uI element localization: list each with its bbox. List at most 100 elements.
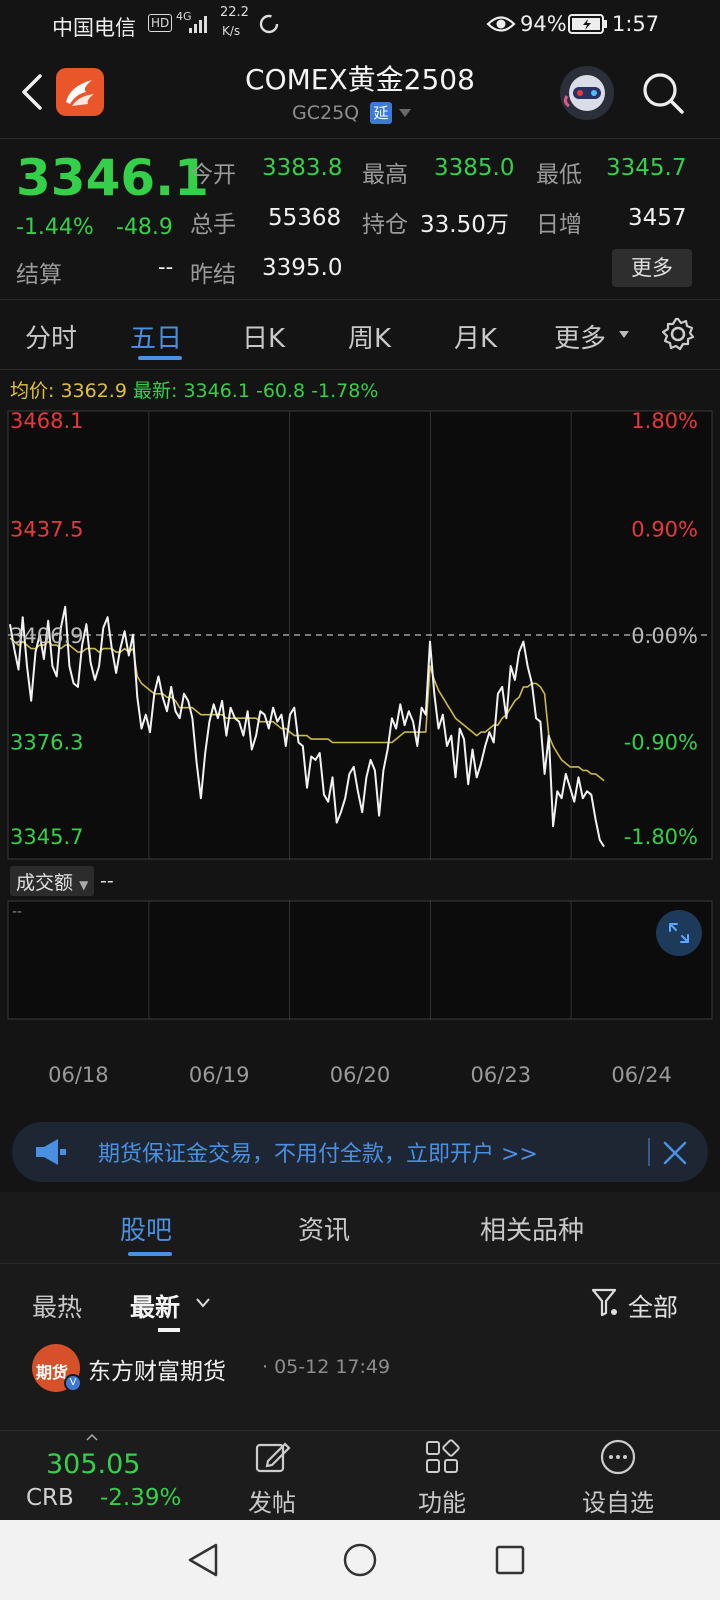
y-tick-right: 0.00% <box>631 624 698 648</box>
chevron-down-icon <box>196 1298 210 1308</box>
megaphone-icon <box>36 1139 66 1165</box>
prev-settle-value: 3395.0 <box>262 255 343 281</box>
y-tick-left: 3437.5 <box>10 518 83 542</box>
volume-label: 总手 <box>190 212 236 238</box>
verified-icon: V <box>64 1374 82 1392</box>
chart-info-bar: 均价: 3362.9 最新: 3346.1 -60.8 -1.78% <box>10 376 378 403</box>
filter-icon[interactable] <box>590 1286 620 1320</box>
contract-code: GC25Q <box>292 102 360 124</box>
close-icon[interactable] <box>660 1138 690 1168</box>
nav-recents-icon[interactable] <box>494 1544 526 1576</box>
speed-value: 22.2 <box>220 5 249 20</box>
post-author[interactable]: 东方财富期货 <box>88 1352 226 1386</box>
bottom-toolbar: 305.05 CRB -2.39% 发帖 功能 设自选 <box>0 1430 720 1520</box>
volume-axis-label: -- <box>12 904 23 920</box>
crb-change: -2.39% <box>100 1485 182 1511</box>
abs-change: -48.9 <box>116 215 173 240</box>
y-tick-left: 3406.9 <box>10 624 83 648</box>
tab-five-day[interactable]: 五日 <box>130 318 182 355</box>
search-icon[interactable] <box>640 70 686 116</box>
speed-unit: K/s <box>222 24 241 38</box>
tab-monthly-k[interactable]: 月K <box>454 318 497 355</box>
volume-value: 55368 <box>268 205 342 231</box>
last-price: 3346.1 <box>16 149 209 207</box>
low-label: 最低 <box>536 162 582 188</box>
daily-increase-value: 3457 <box>628 205 687 231</box>
post-item[interactable]: 期货 V 东方财富期货 · 05-12 17:49 <box>0 1344 720 1430</box>
crb-value[interactable]: 305.05 <box>46 1449 140 1480</box>
y-tick-right: -1.80% <box>624 825 698 849</box>
delay-badge: 延 <box>370 102 392 124</box>
nav-back-icon[interactable] <box>186 1542 220 1578</box>
price-chart[interactable]: 3468.1 1.80% 3437.5 0.90% 3406.9 0.00% 3376.3 -… <box>0 410 720 890</box>
filter-all[interactable]: 全部 <box>628 1288 678 1324</box>
active-tab-indicator <box>138 356 182 360</box>
y-tick-left: 3468.1 <box>10 410 83 433</box>
tab-related[interactable]: 相关品种 <box>480 1210 584 1247</box>
filter-latest[interactable]: 最新 <box>130 1288 180 1324</box>
x-tick-label: 06/24 <box>611 1063 672 1087</box>
functions-button-label: 功能 <box>418 1489 466 1517</box>
x-tick-label: 06/19 <box>189 1063 250 1087</box>
expand-chart-button[interactable] <box>656 910 702 956</box>
functions-button[interactable]: 功能 <box>382 1437 502 1518</box>
expand-up-icon[interactable] <box>86 1433 98 1441</box>
forum-tab-indicator <box>128 1252 172 1256</box>
banner-divider <box>648 1138 650 1166</box>
y-tick-right: 1.80% <box>631 410 698 433</box>
chart-tabs: 分时 五日 日K 周K 月K 更多 <box>0 300 720 370</box>
settle-value: -- <box>158 255 174 279</box>
tab-forum[interactable]: 股吧 <box>120 1210 172 1247</box>
x-tick-label: 06/18 <box>48 1063 109 1087</box>
carrier: 中国电信 <box>52 16 136 40</box>
volume-selector-label: 成交额 <box>16 872 74 894</box>
y-tick-left: 3345.7 <box>10 825 83 849</box>
x-tick-label: 06/23 <box>471 1063 532 1087</box>
grid-icon <box>426 1439 460 1473</box>
promo-banner[interactable]: 期货保证金交易，不用付全款，立即开户 >> <box>12 1122 708 1182</box>
tab-more[interactable]: 更多 <box>554 318 606 355</box>
latest-indicator <box>158 1328 180 1332</box>
post-button-label: 发帖 <box>248 1489 296 1517</box>
crb-name: CRB <box>26 1485 74 1511</box>
filter-hot[interactable]: 最热 <box>32 1288 82 1324</box>
volume-chart <box>7 900 713 1020</box>
volume-selector[interactable]: 成交额 ▼ <box>10 866 95 896</box>
latest-pct: -1.78% <box>311 380 379 402</box>
post-button[interactable]: 发帖 <box>212 1437 332 1518</box>
community-tabs: 股吧 资讯 相关品种 <box>0 1192 720 1264</box>
chart-area: 均价: 3362.9 最新: 3346.1 -60.8 -1.78% 3468.… <box>0 370 720 1110</box>
robot-assistant-icon[interactable] <box>560 66 614 120</box>
post-time: · 05-12 17:49 <box>262 1356 391 1378</box>
app-header: COMEX黄金2508 GC25Q 延 <box>0 50 720 138</box>
y-tick-right: 0.90% <box>631 518 698 542</box>
post-filter-bar: 最热 最新 全部 <box>0 1264 720 1344</box>
tab-weekly-k[interactable]: 周K <box>348 318 391 355</box>
expand-icon <box>669 923 689 943</box>
x-axis: 06/18 06/19 06/20 06/23 06/24 <box>48 1063 672 1087</box>
quote-panel: 3346.1 -1.44% -48.9 结算 -- 今开 3383.8 最高 3… <box>0 138 720 300</box>
nav-home-icon[interactable] <box>342 1542 378 1578</box>
latest-label: 最新: <box>132 380 178 402</box>
open-value: 3383.8 <box>262 155 343 181</box>
pct-change: -1.44% <box>16 215 94 240</box>
open-interest-value: 33.50万 <box>420 212 509 238</box>
avg-label: 均价: <box>10 380 55 402</box>
high-value: 3385.0 <box>434 155 515 181</box>
dropdown-icon[interactable] <box>398 108 412 118</box>
add-watchlist-button[interactable]: 设自选 <box>558 1437 678 1518</box>
tab-intraday[interactable]: 分时 <box>25 318 77 355</box>
more-dots-icon <box>600 1439 636 1475</box>
sync-icon <box>259 14 279 34</box>
y-tick-right: -0.90% <box>624 731 698 755</box>
x-tick-label: 06/20 <box>330 1063 391 1087</box>
settings-icon[interactable] <box>660 316 696 352</box>
hd-icon: HD <box>148 14 173 32</box>
banner-text: 期货保证金交易，不用付全款，立即开户 >> <box>98 1142 538 1167</box>
tab-news[interactable]: 资讯 <box>298 1210 350 1247</box>
tab-daily-k[interactable]: 日K <box>242 318 285 355</box>
more-button[interactable]: 更多 <box>612 249 692 287</box>
avatar-text: 期货 <box>36 1363 69 1382</box>
status-bar: 中国电信 HD 4G 22.2 K/s 94% 1:57 <box>0 0 720 50</box>
edit-icon <box>255 1442 291 1473</box>
